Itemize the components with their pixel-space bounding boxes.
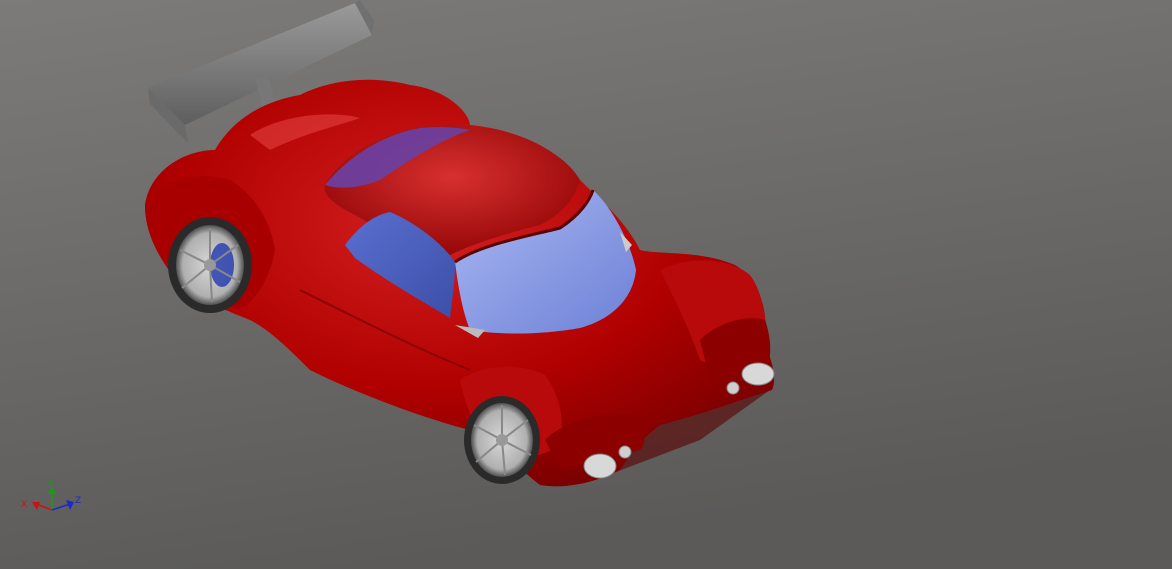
axis-triad: X Y Z — [21, 480, 81, 511]
3d-viewport[interactable]: X Y Z — [0, 0, 1172, 569]
headlight-right-1 — [741, 362, 775, 386]
headlight-left-1 — [583, 453, 617, 479]
front-hub — [496, 434, 508, 446]
rear-hub — [204, 259, 216, 271]
model-scene[interactable] — [0, 0, 1172, 569]
rear-wheel[interactable] — [168, 217, 252, 313]
front-wheel[interactable] — [464, 396, 540, 484]
triad-x-arrow — [32, 502, 40, 510]
headlight-right-2 — [726, 381, 740, 395]
triad-x-label: X — [21, 500, 27, 510]
headlight-left-2 — [618, 445, 632, 459]
triad-y-label: Y — [47, 480, 54, 489]
triad-z-axis — [51, 503, 71, 511]
triad-z-label: Z — [75, 496, 81, 506]
